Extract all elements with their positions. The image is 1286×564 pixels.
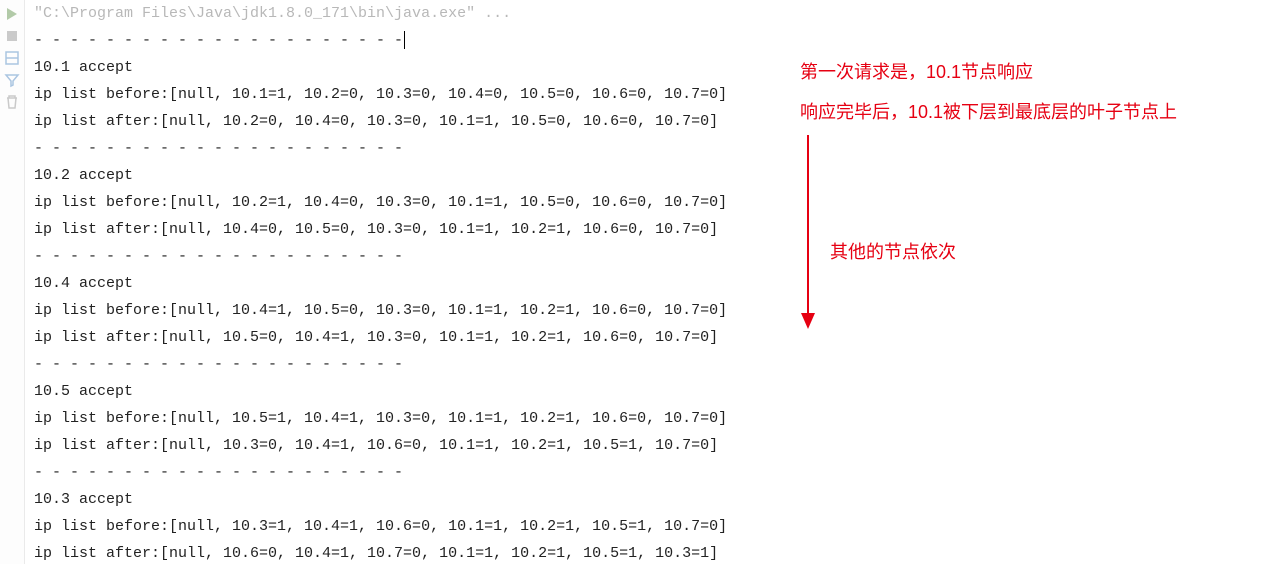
page-root: "C:\Program Files\Java\jdk1.8.0_171\bin\… — [0, 0, 1286, 564]
annotation-note-1: 第一次请求是，10.1节点响应 — [800, 52, 1260, 92]
console-line: ip list after:[null, 10.5=0, 10.4=1, 10.… — [34, 324, 1286, 351]
console-line: 10.3 accept — [34, 486, 1286, 513]
layout-icon[interactable] — [4, 50, 20, 66]
console-line: - - - - - - - - - - - - - - - - - - - - … — [34, 459, 1286, 486]
console-line: - - - - - - - - - - - - - - - - - - - - … — [34, 351, 1286, 378]
filter-icon[interactable] — [4, 72, 20, 88]
trash-icon[interactable] — [4, 94, 20, 110]
console-line: ip list before:[null, 10.5=1, 10.4=1, 10… — [34, 405, 1286, 432]
console-line: ip list before:[null, 10.4=1, 10.5=0, 10… — [34, 297, 1286, 324]
text-cursor — [404, 31, 405, 49]
console-line: ip list before:[null, 10.3=1, 10.4=1, 10… — [34, 513, 1286, 540]
command-line: "C:\Program Files\Java\jdk1.8.0_171\bin\… — [34, 0, 1286, 27]
annotations: 第一次请求是，10.1节点响应 响应完毕后，10.1被下层到最底层的叶子节点上 … — [800, 52, 1260, 272]
console-line: ip list after:[null, 10.6=0, 10.4=1, 10.… — [34, 540, 1286, 564]
rerun-icon[interactable] — [4, 6, 20, 22]
console-line: ip list after:[null, 10.3=0, 10.4=1, 10.… — [34, 432, 1286, 459]
annotation-note-3: 其他的节点依次 — [830, 232, 1260, 272]
annotation-note-2: 响应完毕后，10.1被下层到最底层的叶子节点上 — [800, 92, 1260, 132]
stop-icon[interactable] — [4, 28, 20, 44]
command-text: "C:\Program Files\Java\jdk1.8.0_171\bin\… — [34, 5, 511, 22]
console-gutter — [0, 0, 25, 564]
console-line: 10.5 accept — [34, 378, 1286, 405]
console-line: - - - - - - - - - - - - - - - - - - - - … — [34, 27, 1286, 54]
console-line: 10.4 accept — [34, 270, 1286, 297]
